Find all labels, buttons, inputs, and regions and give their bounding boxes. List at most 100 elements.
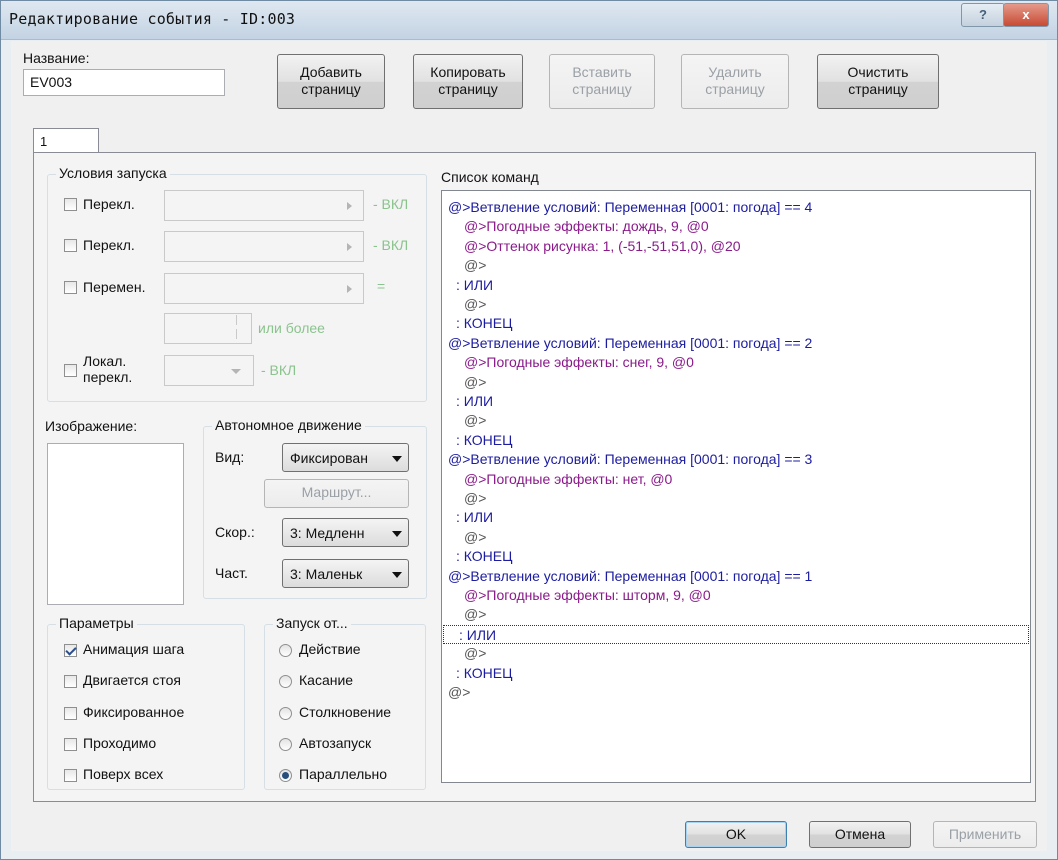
variable-checkbox[interactable]: [64, 281, 77, 294]
local-switch-suffix: - ВКЛ: [261, 362, 297, 378]
event-editor-window: Редактирование события - ID:003 ? x Назв…: [0, 0, 1058, 860]
command-line[interactable]: @>: [464, 644, 486, 663]
switch1-selector[interactable]: [164, 190, 364, 221]
local-switch-selector[interactable]: [164, 355, 254, 386]
command-line[interactable]: @>Ветвление условий: Переменная [0001: п…: [448, 450, 812, 469]
command-list[interactable]: @>Ветвление условий: Переменная [0001: п…: [441, 190, 1031, 783]
trigger-autorun-label: Автозапуск: [299, 735, 372, 751]
trigger-action-radio[interactable]: [279, 644, 292, 657]
speed-label: Скор.:: [215, 524, 255, 540]
command-line[interactable]: : ИЛИ: [443, 624, 1029, 644]
trigger-parallel-radio[interactable]: [279, 769, 292, 782]
command-line[interactable]: @>Погодные эффекты: шторм, 9, @0: [464, 586, 711, 605]
variable-selector[interactable]: [164, 273, 364, 304]
command-line[interactable]: @>: [464, 295, 486, 314]
trigger-action-label: Действие: [299, 641, 361, 657]
direction-fix-label: Фиксированное: [83, 704, 185, 720]
chevron-down-icon: [392, 456, 402, 462]
chevron-down-icon: [392, 531, 402, 537]
spin-up-icon[interactable]: [236, 315, 250, 325]
route-button[interactable]: Маршрут...: [264, 479, 409, 508]
delete-page-button-line1: Удалить: [708, 64, 762, 80]
command-line[interactable]: @>Ветвление условий: Переменная [0001: п…: [448, 198, 812, 217]
paste-page-button[interactable]: Вставить страницу: [549, 54, 655, 109]
always-on-top-checkbox[interactable]: [64, 769, 77, 782]
command-line[interactable]: @>: [464, 411, 486, 430]
switch1-label: Перекл.: [83, 196, 135, 212]
command-line[interactable]: @>: [464, 489, 486, 508]
command-line[interactable]: @>: [464, 605, 486, 624]
copy-page-button-line2: страницу: [438, 81, 498, 97]
step-animation-checkbox[interactable]: [64, 675, 77, 688]
command-line[interactable]: : КОНЕЦ: [456, 431, 512, 450]
move-type-combobox[interactable]: Фиксирован: [282, 443, 409, 472]
local-switch-checkbox[interactable]: [64, 364, 77, 377]
command-line[interactable]: @>: [464, 373, 486, 392]
copy-page-button[interactable]: Копировать страницу: [413, 54, 523, 109]
walk-animation-checkbox[interactable]: [64, 644, 77, 657]
command-line[interactable]: : ИЛИ: [456, 508, 493, 527]
image-label: Изображение:: [45, 418, 138, 434]
switch1-suffix: - ВКЛ: [373, 196, 409, 212]
name-label: Название:: [23, 50, 90, 66]
speed-combobox[interactable]: 3: Медленн: [282, 518, 409, 547]
arrow-right-icon: [347, 285, 352, 293]
add-page-button-line1: Добавить: [300, 64, 362, 80]
command-line[interactable]: : КОНЕЦ: [456, 664, 512, 683]
chevron-down-icon: [392, 572, 402, 578]
switch2-suffix: - ВКЛ: [373, 237, 409, 253]
command-line[interactable]: : ИЛИ: [456, 392, 493, 411]
frequency-combobox[interactable]: 3: Маленьк: [282, 559, 409, 588]
paste-page-button-line2: страницу: [572, 81, 632, 97]
chevron-down-icon: [231, 369, 241, 374]
command-list-label: Список команд: [441, 169, 539, 185]
trigger-autorun-radio[interactable]: [279, 738, 292, 751]
add-page-button[interactable]: Добавить страницу: [277, 54, 385, 109]
through-checkbox[interactable]: [64, 738, 77, 751]
switch1-checkbox[interactable]: [64, 198, 77, 211]
command-line[interactable]: : КОНЕЦ: [456, 314, 512, 333]
variable-value-spinner[interactable]: [164, 313, 252, 344]
delete-page-button[interactable]: Удалить страницу: [681, 54, 789, 109]
switch2-selector[interactable]: [164, 231, 364, 262]
cancel-button[interactable]: Отмена: [809, 821, 911, 848]
local-switch-label: Локал. перекл.: [83, 353, 132, 385]
command-line[interactable]: @>Погодные эффекты: нет, @0: [464, 470, 672, 489]
apply-button[interactable]: Применить: [933, 821, 1037, 848]
command-line[interactable]: @>Погодные эффекты: дождь, 9, @0: [464, 217, 709, 236]
autonomous-movement-title: Автономное движение: [212, 417, 365, 433]
command-line[interactable]: @>Ветвление условий: Переменная [0001: п…: [448, 334, 812, 353]
variable-suffix: =: [377, 278, 386, 294]
command-line[interactable]: @>Оттенок рисунка: 1, (-51,-51,51,0), @2…: [464, 237, 741, 256]
trigger-touch-radio[interactable]: [279, 675, 292, 688]
title-bar[interactable]: Редактирование события - ID:003 ? x: [1, 1, 1057, 40]
close-button[interactable]: x: [1003, 3, 1049, 27]
copy-page-button-line1: Копировать: [430, 64, 506, 80]
trigger-touch-label: Касание: [299, 672, 354, 688]
direction-fix-checkbox[interactable]: [64, 707, 77, 720]
switch2-checkbox[interactable]: [64, 239, 77, 252]
move-type-label: Вид:: [215, 449, 245, 465]
paste-page-button-line1: Вставить: [572, 64, 632, 80]
event-image-box[interactable]: [47, 443, 184, 605]
variable-label: Перемен.: [83, 279, 146, 295]
command-line[interactable]: : ИЛИ: [456, 276, 493, 295]
help-button[interactable]: ?: [961, 3, 1005, 27]
command-line[interactable]: @>Погодные эффекты: снег, 9, @0: [464, 353, 694, 372]
delete-page-button-line2: страницу: [705, 81, 765, 97]
command-line[interactable]: @>Ветвление условий: Переменная [0001: п…: [448, 567, 812, 586]
walk-animation-label: Анимация шага: [83, 641, 185, 657]
spin-down-icon[interactable]: [236, 329, 250, 339]
name-input[interactable]: EV003: [23, 69, 225, 96]
local-switch-label-line2: перекл.: [83, 369, 133, 385]
arrow-right-icon: [347, 243, 352, 251]
command-line[interactable]: @>: [464, 256, 486, 275]
clear-page-button[interactable]: Очистить страницу: [817, 54, 939, 109]
command-line[interactable]: @>: [464, 528, 486, 547]
trigger-collision-label: Столкновение: [299, 704, 392, 720]
trigger-collision-radio[interactable]: [279, 707, 292, 720]
tab-page-1[interactable]: 1: [33, 128, 99, 153]
command-line[interactable]: @>: [448, 683, 470, 702]
ok-button[interactable]: OK: [685, 821, 787, 848]
command-line[interactable]: : КОНЕЦ: [456, 547, 512, 566]
